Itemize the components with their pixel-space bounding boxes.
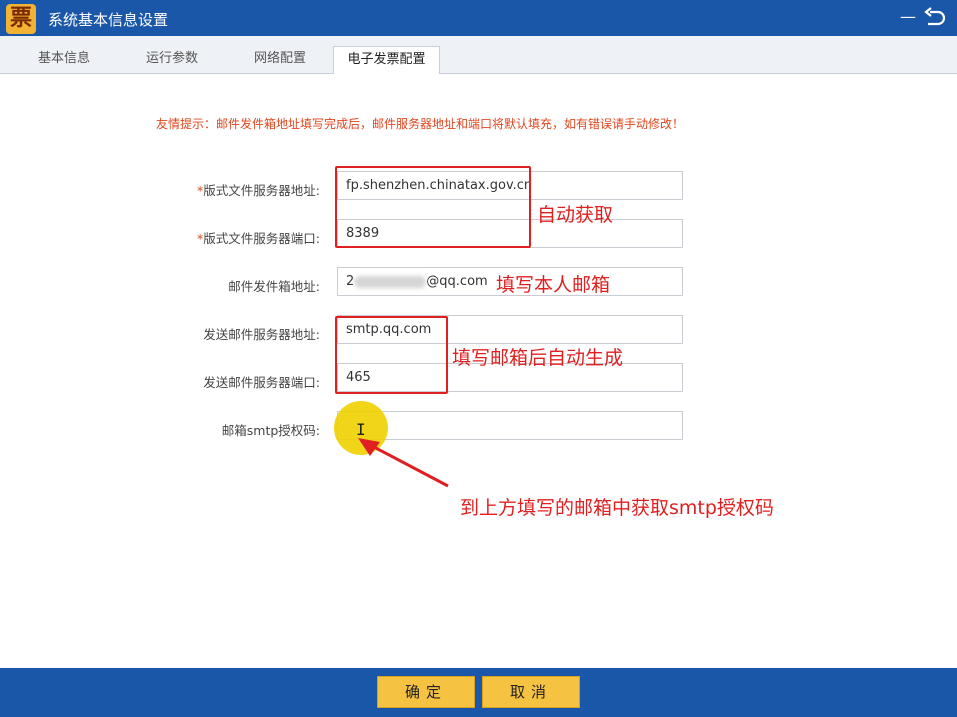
cancel-button[interactable]: 取消 — [482, 676, 580, 708]
ok-button[interactable]: 确定 — [377, 676, 475, 708]
annotation-arrow-icon — [358, 438, 449, 488]
annotation-get-smtp: 到上方填写的邮箱中获取smtp授权码 — [460, 497, 774, 519]
app-logo-icon: 票 — [6, 4, 36, 34]
annotation-box-auto-generate — [335, 316, 448, 394]
footer-bar: 确定 取消 — [0, 668, 957, 717]
friendly-tip: 友情提示：邮件发件箱地址填写完成后，邮件服务器地址和端口将默认填充，如有错误请手… — [156, 117, 685, 131]
annotation-auto-generate: 填写邮箱后自动生成 — [452, 347, 624, 369]
annotation-box-auto-fetch — [335, 166, 531, 248]
back-return-icon[interactable] — [922, 6, 948, 30]
tab-bar: 基本信息 运行参数 网络配置 电子发票配置 — [0, 36, 957, 75]
e-invoice-config-panel: 友情提示：邮件发件箱地址填写完成后，邮件服务器地址和端口将默认填充，如有错误请手… — [0, 74, 957, 668]
smtp-server-port-label: 发送邮件服务器端口: — [203, 375, 320, 390]
tab-network-config[interactable]: 网络配置 — [238, 46, 322, 74]
annotation-fill-email: 填写本人邮箱 — [496, 274, 611, 296]
redacted-blur — [354, 275, 427, 288]
layout-server-port-label: *版式文件服务器端口: — [197, 231, 320, 246]
sender-email-label: 邮件发件箱地址: — [228, 279, 320, 294]
minimize-icon[interactable]: — — [899, 8, 917, 28]
layout-server-address-label: *版式文件服务器地址: — [197, 183, 320, 198]
tab-e-invoice-config[interactable]: 电子发票配置 — [333, 46, 440, 75]
window-title: 系统基本信息设置 — [48, 11, 169, 29]
smtp-auth-code-label: 邮箱smtp授权码: — [221, 423, 320, 438]
smtp-server-address-label: 发送邮件服务器地址: — [203, 327, 320, 342]
title-bar: 票 系统基本信息设置 — — [0, 0, 957, 36]
tab-run-params[interactable]: 运行参数 — [130, 46, 214, 74]
tab-basic-info[interactable]: 基本信息 — [22, 46, 106, 74]
annotation-auto-fetch: 自动获取 — [537, 204, 614, 226]
